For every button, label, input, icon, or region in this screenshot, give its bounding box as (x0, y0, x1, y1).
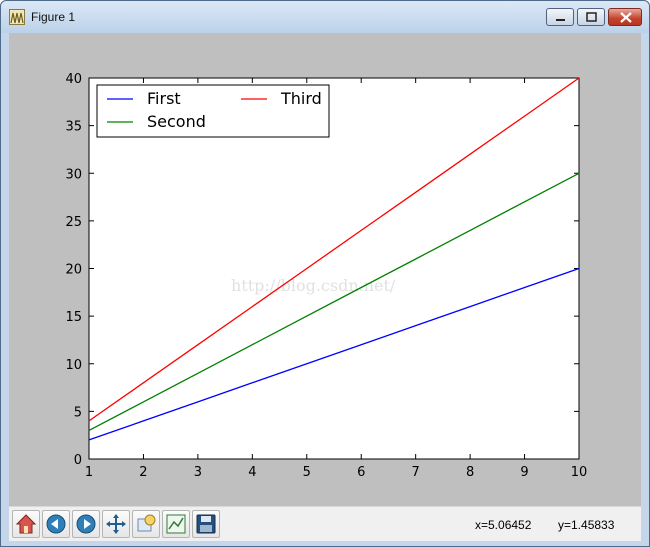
y-tick-label: 0 (74, 453, 82, 468)
close-button[interactable] (608, 8, 642, 26)
zoom-icon (137, 514, 156, 532)
x-tick-label: 2 (139, 465, 147, 480)
x-coordinate-readout: x=5.06452 (475, 518, 532, 532)
x-tick-label: 3 (194, 465, 202, 480)
configure-subplots-icon (166, 514, 186, 534)
save-icon (196, 514, 216, 534)
figure-window: Figure 1 http://blog.csdn.net/ 1 2 3 4 5 6 7 8 9… (0, 0, 650, 547)
y-tick-label: 5 (74, 405, 82, 420)
y-tick-label: 30 (65, 167, 82, 182)
y-tick-label: 15 (65, 310, 82, 325)
y-tick-label: 20 (65, 263, 82, 278)
home-icon (15, 514, 37, 534)
y-tick-label: 35 (65, 120, 82, 135)
minimize-icon (556, 19, 565, 21)
minimize-button[interactable] (546, 8, 574, 26)
back-icon (46, 514, 66, 534)
legend: First Second Third (96, 84, 330, 138)
pan-icon (106, 514, 126, 534)
y-tick-label: 40 (65, 72, 82, 87)
x-tick-label: 4 (248, 465, 256, 480)
legend-label-third: Third (280, 89, 322, 108)
watermark-text: http://blog.csdn.net/ (231, 276, 396, 295)
home-button[interactable] (12, 510, 40, 538)
save-button[interactable] (192, 510, 220, 538)
maximize-icon (586, 12, 597, 22)
x-tick-label: 8 (466, 465, 474, 480)
y-coordinate-readout: y=1.45833 (558, 518, 615, 532)
x-tick-label: 7 (412, 465, 420, 480)
figure-canvas[interactable]: http://blog.csdn.net/ 1 2 3 4 5 6 7 8 9 10 0 5 10 15 2… (9, 33, 641, 506)
forward-icon (76, 514, 96, 534)
maximize-button[interactable] (577, 8, 605, 26)
x-tick-label: 9 (520, 465, 528, 480)
zoom-button[interactable] (132, 510, 160, 538)
navigation-toolbar: x=5.06452 y=1.45833 (9, 506, 641, 541)
close-icon (620, 12, 632, 23)
back-button[interactable] (42, 510, 70, 538)
legend-label-second: Second (147, 112, 206, 131)
y-tick-label: 25 (65, 215, 82, 230)
x-tick-label: 5 (303, 465, 311, 480)
legend-label-first: First (147, 89, 181, 108)
x-tick-label: 10 (571, 465, 588, 480)
title-bar[interactable]: Figure 1 (1, 1, 649, 33)
x-tick-label: 1 (85, 465, 93, 480)
plot-svg: http://blog.csdn.net/ 1 2 3 4 5 6 7 8 9 10 0 5 10 15 2… (65, 72, 588, 480)
pan-button[interactable] (102, 510, 130, 538)
matplotlib-app-icon (9, 9, 25, 25)
forward-button[interactable] (72, 510, 100, 538)
configure-subplots-button[interactable] (162, 510, 190, 538)
x-tick-label: 6 (357, 465, 365, 480)
y-tick-label: 10 (65, 358, 82, 373)
window-title: Figure 1 (31, 10, 76, 24)
